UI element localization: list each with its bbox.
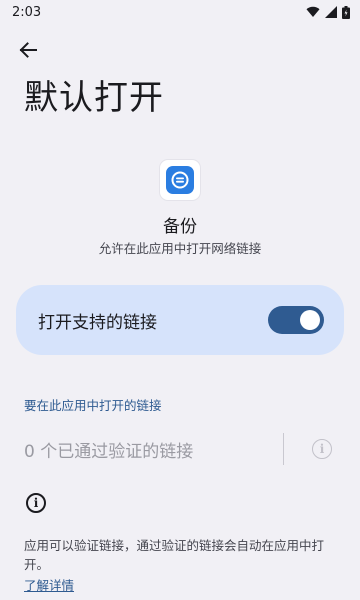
info-icon[interactable]: i (312, 439, 332, 459)
links-section-header: 要在此应用中打开的链接 (24, 398, 162, 413)
app-subtitle: 允许在此应用中打开网络链接 (98, 241, 262, 256)
wifi-icon (306, 6, 320, 18)
divider (283, 433, 284, 465)
status-bar: 2:03 (0, 0, 360, 24)
verification-note: 应用可以验证链接，通过验证的链接会自动在应用中打开。 (24, 538, 325, 572)
arrow-back-icon (19, 42, 37, 58)
signal-icon (325, 6, 337, 18)
learn-more-link[interactable]: 了解详情 (24, 575, 74, 594)
open-supported-links-toggle[interactable]: 打开支持的链接 (16, 285, 344, 355)
page-title: 默认打开 (24, 78, 164, 118)
toggle-label: 打开支持的链接 (38, 312, 157, 333)
status-icons (306, 5, 350, 19)
app-logo-icon (166, 166, 194, 194)
status-time: 2:03 (12, 4, 42, 20)
app-name: 备份 (163, 217, 197, 237)
switch[interactable] (268, 306, 324, 334)
battery-icon (342, 5, 350, 19)
info-icon: i (26, 493, 46, 513)
switch-thumb (300, 310, 320, 330)
back-button[interactable] (14, 36, 42, 64)
app-icon (160, 160, 200, 200)
verified-links-count: 0 个已通过验证的链接 (24, 441, 194, 462)
verified-links-row[interactable]: 0 个已通过验证的链接 i (24, 432, 336, 466)
